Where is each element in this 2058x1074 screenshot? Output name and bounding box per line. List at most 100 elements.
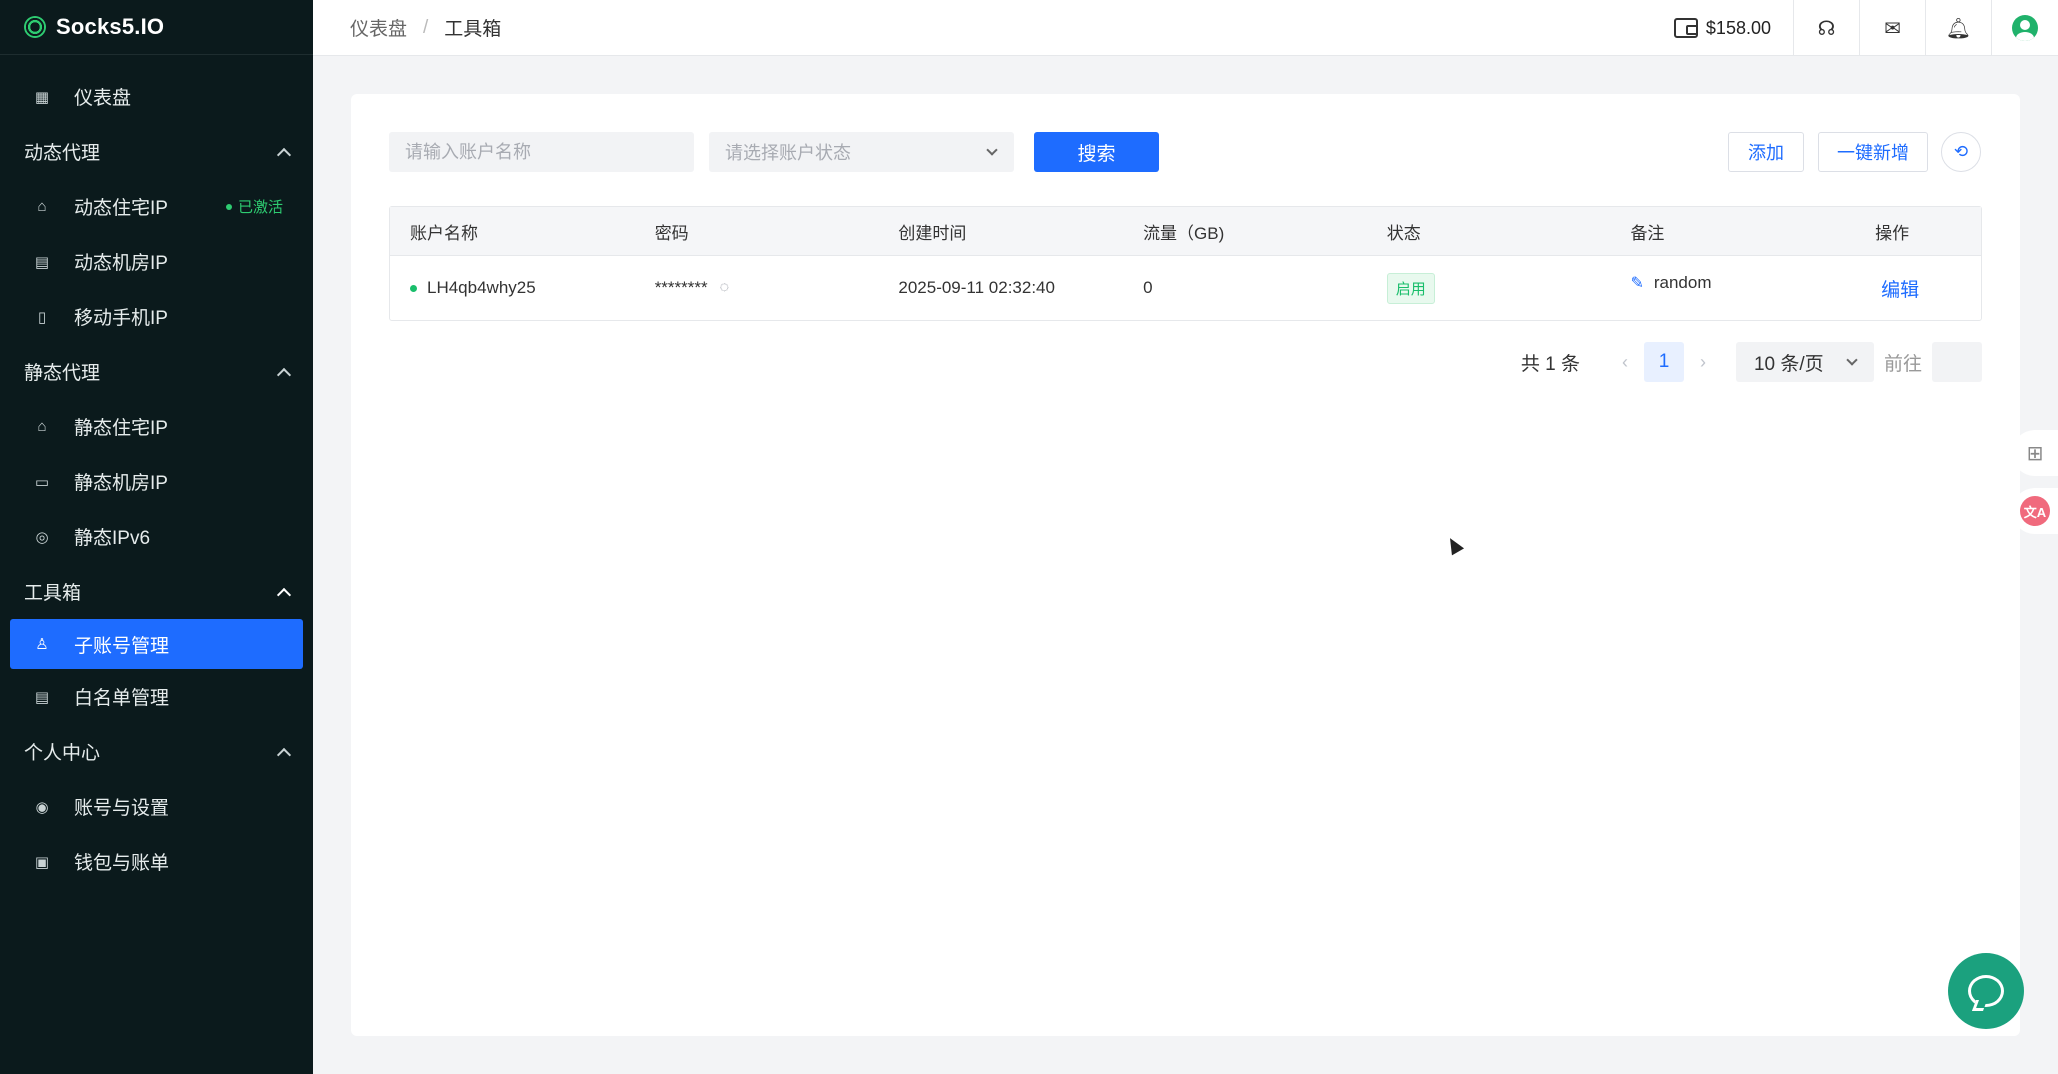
notifications-button[interactable]: 🔔︎ [1926, 0, 1992, 56]
page-number[interactable]: 1 [1643, 342, 1684, 382]
cell-remark: ✎ random [1610, 273, 1855, 293]
chevron-down-icon [986, 144, 998, 156]
goto-label: 前往 [1883, 353, 1922, 375]
cell-action: 编辑 [1855, 275, 1981, 302]
status-badge: 已激活 [225, 196, 283, 217]
refresh-icon: ⟲ [1953, 142, 1969, 161]
next-page-icon[interactable]: › [1700, 352, 1706, 373]
chevron-down-icon [1846, 354, 1858, 366]
sidebar-item-label: 静态住宅IP [74, 418, 168, 439]
header-action: 操作 [1875, 223, 1910, 243]
edit-link[interactable]: 编辑 [1881, 275, 1919, 302]
pencil-icon: ✎ [1630, 275, 1644, 292]
breadcrumb-dashboard[interactable]: 仪表盘 [350, 14, 407, 41]
breadcrumb-separator: / [423, 16, 429, 38]
chevron-up-icon [276, 587, 292, 602]
cell-status: 启用 [1367, 272, 1611, 304]
sidebar-item-mobile[interactable]: ▯ 移动手机IP [0, 289, 313, 344]
chevron-up-icon [276, 747, 292, 762]
account-status-select[interactable]: 请选择账户状态 [709, 132, 1014, 172]
translate-float-button[interactable]: 文A [2012, 488, 2058, 534]
mail-icon: ✉ [1884, 17, 1901, 40]
cell-created: 2025-09-11 02:32:40 [898, 278, 1055, 297]
sidebar-item-label: 静态机房IP [74, 473, 168, 494]
sidebar-group-static-proxy[interactable]: 静态代理 [0, 344, 313, 399]
cell-account-name: LH4qb4why25 [390, 278, 635, 298]
headset-icon: ☊ [1817, 17, 1836, 40]
add-button[interactable]: 添加 [1728, 132, 1804, 172]
sidebar-item-label: 动态住宅IP [74, 198, 168, 219]
sidebar-item-account-settings[interactable]: ◉ 账号与设置 [0, 779, 313, 834]
bell-icon: 🔔︎ [1945, 17, 1972, 40]
sidebar-group-personal[interactable]: 个人中心 [0, 724, 313, 779]
dashboard-icon: ▦ [34, 88, 50, 106]
sidebar-item-static-ipv6[interactable]: ◎ 静态IPv6 [0, 509, 313, 564]
brand[interactable]: Socks5.IO [0, 0, 313, 55]
header-password: 密码 [654, 223, 689, 243]
remark-text: random [1653, 273, 1712, 292]
accounts-table: 账户名称 密码 创建时间 流量（GB) 状态 备注 操作 LH4qb4why25… [389, 206, 1982, 321]
header-account-name: 账户名称 [410, 223, 478, 243]
wallet-icon [1673, 18, 1698, 38]
chevron-up-icon [276, 367, 292, 382]
datacenter-icon: ▭ [34, 473, 50, 491]
breadcrumb-current: 工具箱 [444, 19, 502, 40]
header-traffic: 流量（GB) [1143, 223, 1225, 243]
status-dot [225, 203, 232, 210]
logo-icon [24, 16, 46, 38]
translate-icon: 文A [2020, 496, 2050, 526]
sidebar-item-dashboard[interactable]: ▦ 仪表盘 [0, 69, 313, 124]
subaccount-icon: ♙ [35, 636, 49, 653]
sidebar-item-label: 静态IPv6 [74, 528, 151, 549]
avatar [2012, 15, 2038, 41]
sidebar-item-label: 动态机房IP [74, 253, 168, 274]
topbar: 仪表盘 / 工具箱 $158.00 ☊ ✉ 🔔︎ [313, 0, 2058, 56]
sidebar-group-label: 个人中心 [24, 743, 101, 764]
sidebar-item-label: 白名单管理 [74, 688, 170, 709]
sidebar-item-label: 钱包与账单 [74, 853, 170, 874]
goto-page-input[interactable] [1932, 342, 1982, 382]
account-name-input[interactable] [389, 132, 694, 172]
sidebar-item-dynamic-datacenter[interactable]: ▤ 动态机房IP [0, 234, 313, 289]
wallet-icon: ▣ [34, 853, 50, 871]
avatar-button[interactable] [1992, 0, 2058, 56]
header-created: 创建时间 [898, 223, 967, 243]
sidebar-group-dynamic-proxy[interactable]: 动态代理 [0, 124, 313, 179]
globe-icon: ◎ [35, 528, 49, 546]
password-masked: ******** [654, 278, 708, 297]
live-chat-button[interactable] [1948, 953, 2024, 1029]
sidebar-item-whitelist[interactable]: ▤ 白名单管理 [0, 669, 313, 724]
apps-float-button[interactable]: ⊞ [2012, 430, 2058, 476]
quick-add-button[interactable]: 一键新增 [1818, 132, 1928, 172]
refresh-button[interactable]: ⟲ [1941, 132, 1981, 172]
sidebar-item-label: 子账号管理 [74, 635, 170, 657]
sidebar-nav: ▦ 仪表盘 动态代理 ⌂ 动态住宅IP 已激活 ▤ 动态机房IP ▯ 移动手机I… [0, 55, 313, 889]
account-name: LH4qb4why25 [427, 278, 536, 297]
sidebar-group-toolbox[interactable]: 工具箱 [0, 564, 313, 619]
chat-icon [1968, 975, 2004, 1007]
sidebar-item-dynamic-residential[interactable]: ⌂ 动态住宅IP 已激活 [0, 179, 313, 234]
status-badge-label: 已激活 [237, 199, 283, 216]
page-size-label: 10 条/页 [1753, 353, 1824, 375]
cell-password: ******** ◌ [635, 278, 879, 298]
eye-off-icon[interactable]: ◌ [720, 279, 730, 297]
sidebar-item-static-datacenter[interactable]: ▭ 静态机房IP [0, 454, 313, 509]
sidebar: Socks5.IO ▦ 仪表盘 动态代理 ⌂ 动态住宅IP 已激活 ▤ 动态机房… [0, 0, 313, 1074]
status-select-placeholder: 请选择账户状态 [725, 143, 851, 163]
page-size-select[interactable]: 10 条/页 [1735, 342, 1874, 382]
chevron-up-icon [276, 147, 292, 162]
sidebar-item-subaccount[interactable]: ♙ 子账号管理 [10, 619, 303, 669]
cell-traffic: 0 [1143, 278, 1153, 297]
sidebar-group-label: 静态代理 [24, 363, 101, 384]
balance-button[interactable]: $158.00 [1654, 0, 1794, 56]
whitelist-icon: ▤ [34, 688, 50, 706]
search-button[interactable]: 搜索 [1034, 132, 1159, 172]
support-button[interactable]: ☊ [1794, 0, 1860, 56]
user-settings-icon: ◉ [35, 798, 49, 816]
prev-page-icon[interactable]: ‹ [1622, 352, 1628, 373]
remark-edit[interactable]: ✎ random [1630, 273, 1711, 293]
sidebar-item-wallet[interactable]: ▣ 钱包与账单 [0, 834, 313, 889]
sidebar-item-static-residential[interactable]: ⌂ 静态住宅IP [0, 399, 313, 454]
table-header: 账户名称 密码 创建时间 流量（GB) 状态 备注 操作 [390, 207, 1981, 256]
messages-button[interactable]: ✉ [1860, 0, 1926, 56]
